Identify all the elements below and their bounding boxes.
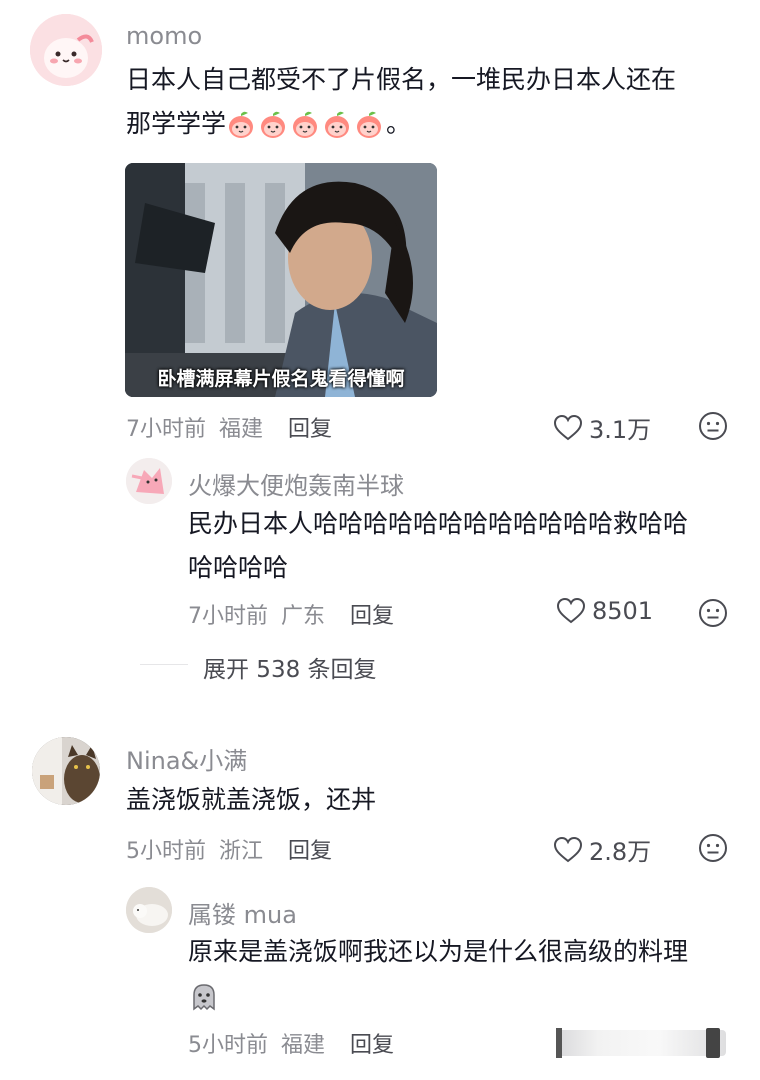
obscured-bar <box>556 1028 562 1058</box>
peach-emoji-icon <box>357 111 382 138</box>
avatar[interactable] <box>126 887 172 933</box>
obscured-overlay <box>556 1030 726 1056</box>
obscured-bar <box>706 1028 720 1058</box>
like-count: 2.8万 <box>589 838 652 866</box>
reply-time: 7小时前 <box>188 604 268 629</box>
avatar[interactable] <box>32 737 100 805</box>
peach-emoji-icon <box>325 111 350 138</box>
reply-text: 民办日本人哈哈哈哈哈哈哈哈哈哈哈哈救哈哈 哈哈哈哈 <box>188 502 738 590</box>
peach-emoji-icon <box>261 111 286 138</box>
reply-username[interactable]: 火爆大便炮轰南半球 <box>188 466 404 501</box>
divider <box>140 664 188 665</box>
ghost-emoji-icon <box>193 984 215 1011</box>
pink-bunny-avatar-icon <box>30 14 102 86</box>
comment-username[interactable]: Nina&小满 <box>126 741 247 776</box>
avatar[interactable] <box>126 458 172 504</box>
heart-icon <box>556 597 586 624</box>
like-count: 8501 <box>592 597 654 625</box>
like-count: 3.1万 <box>589 416 652 444</box>
reply-location: 福建 <box>281 1033 326 1058</box>
neutral-face-icon[interactable] <box>698 598 728 628</box>
reply-button[interactable]: 回复 <box>288 839 332 864</box>
comment-meta: 7小时前 福建 回复 <box>126 411 332 443</box>
reply-text-line: 哈哈哈哈 <box>188 553 289 582</box>
reply-text-line <box>188 974 738 1018</box>
like-button[interactable]: 8501 <box>556 597 653 625</box>
comment-time: 7小时前 <box>126 417 206 442</box>
reply-username[interactable]: 属镂 mua <box>188 895 297 930</box>
reply-meta: 7小时前 广东 回复 <box>188 598 394 630</box>
heart-icon <box>553 836 583 862</box>
comment-text-line: 盖浇饭就盖浇饭，还丼 <box>126 785 377 814</box>
neutral-face-icon[interactable] <box>698 833 728 863</box>
reply-text-line: 原来是盖浇饭啊我还以为是什么很高级的料理 <box>188 937 689 966</box>
reply-location: 广东 <box>281 604 326 629</box>
reply-button[interactable]: 回复 <box>350 1033 394 1058</box>
pet-photo-avatar-icon <box>126 887 172 933</box>
reply-time: 5小时前 <box>188 1033 268 1058</box>
comment-text-line: 那学学学 。 <box>126 102 736 146</box>
reply-button[interactable]: 回复 <box>350 604 394 629</box>
comment-time: 5小时前 <box>126 839 206 864</box>
reply-text-line: 民办日本人哈哈哈哈哈哈哈哈哈哈哈哈救哈哈 <box>188 509 689 538</box>
comment-text-fragment: 。 <box>386 109 412 138</box>
like-button[interactable]: 2.8万 <box>553 832 651 867</box>
peach-emoji-row <box>226 109 386 138</box>
comment-text-fragment: 那学学学 <box>126 109 227 138</box>
comment-image[interactable]: 卧槽满屏幕片假名鬼看得懂啊 <box>125 163 437 397</box>
comment-text: 盖浇饭就盖浇饭，还丼 <box>126 778 736 822</box>
neutral-face-icon[interactable] <box>698 411 728 441</box>
peach-emoji-icon <box>293 111 318 138</box>
heart-icon <box>553 414 583 440</box>
comment-text-line: 日本人自己都受不了片假名，一堆民办日本人还在 <box>126 65 677 94</box>
comment-meta: 5小时前 浙江 回复 <box>126 833 332 865</box>
comment-location: 福建 <box>219 417 264 442</box>
comment-text: 日本人自己都受不了片假名，一堆民办日本人还在 那学学学 。 <box>126 58 736 146</box>
like-button[interactable] <box>556 1026 726 1060</box>
comment-username[interactable]: momo <box>126 22 202 50</box>
peach-emoji-icon <box>229 111 254 138</box>
comment-location: 浙江 <box>219 839 264 864</box>
expand-replies-button[interactable]: 展开 538 条回复 <box>203 650 377 684</box>
reply-text: 原来是盖浇饭啊我还以为是什么很高级的料理 <box>188 930 738 1018</box>
avatar[interactable] <box>30 14 102 86</box>
reply-meta: 5小时前 福建 回复 <box>188 1027 394 1059</box>
pink-creature-avatar-icon <box>126 458 172 504</box>
image-caption: 卧槽满屏幕片假名鬼看得懂啊 <box>157 368 405 390</box>
cat-photo-avatar-icon <box>32 737 100 805</box>
meme-image-illustration-icon <box>125 163 437 397</box>
reply-button[interactable]: 回复 <box>288 417 332 442</box>
like-button[interactable]: 3.1万 <box>553 410 651 445</box>
